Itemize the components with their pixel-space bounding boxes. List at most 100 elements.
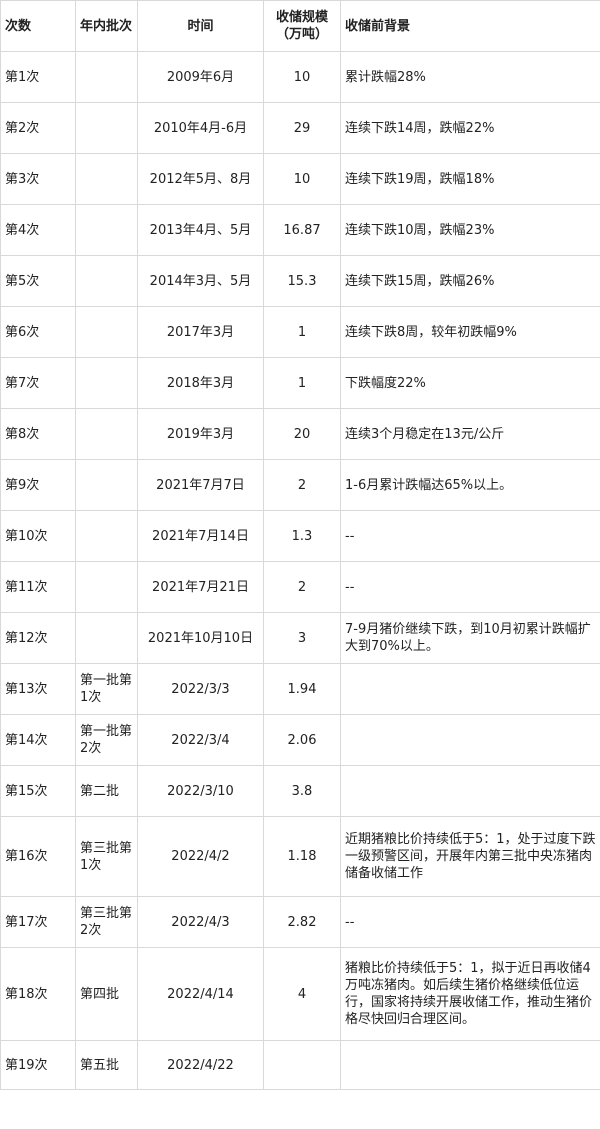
cell-scale <box>263 1040 341 1090</box>
cell-scale: 2 <box>263 561 341 613</box>
cell-background <box>340 663 600 715</box>
cell-count: 第16次 <box>0 816 76 897</box>
cell-batch <box>75 561 138 613</box>
cell-time: 2014年3月、5月 <box>137 255 264 307</box>
cell-batch: 第二批 <box>75 765 138 817</box>
cell-scale: 2.06 <box>263 714 341 766</box>
cell-batch <box>75 306 138 358</box>
table-row: 第12次 2021年10月10日 3 7-9月猪价继续下跌，到10月初累计跌幅扩大到7… <box>0 612 600 664</box>
cell-background <box>340 1040 600 1090</box>
cell-batch: 第三批第2次 <box>75 896 138 948</box>
cell-batch <box>75 153 138 205</box>
cell-background: 连续下跌8周，较年初跌幅9% <box>340 306 600 358</box>
cell-time: 2022/3/10 <box>137 765 264 817</box>
cell-time: 2021年7月14日 <box>137 510 264 562</box>
table-header-row: 次数 年内批次 时间 收储规模（万吨） 收储前背景 <box>0 0 600 52</box>
header-time: 时间 <box>137 0 264 52</box>
cell-count: 第18次 <box>0 947 76 1041</box>
cell-batch: 第四批 <box>75 947 138 1041</box>
cell-scale: 2.82 <box>263 896 341 948</box>
table-body: 第1次 2009年6月 10 累计跌幅28% 第2次 2010年4月-6月 29 连续下跌14… <box>0 51 600 1090</box>
cell-scale: 29 <box>263 102 341 154</box>
cell-batch: 第五批 <box>75 1040 138 1090</box>
table-row: 第8次 2019年3月 20 连续3个月稳定在13元/公斤 <box>0 408 600 460</box>
table-row: 第15次 第二批 2022/3/10 3.8 <box>0 765 600 817</box>
cell-time: 2021年10月10日 <box>137 612 264 664</box>
cell-batch <box>75 102 138 154</box>
cell-time: 2021年7月21日 <box>137 561 264 613</box>
cell-count: 第12次 <box>0 612 76 664</box>
cell-count: 第15次 <box>0 765 76 817</box>
cell-scale: 1 <box>263 357 341 409</box>
cell-time: 2021年7月7日 <box>137 459 264 511</box>
table-row: 第4次 2013年4月、5月 16.87 连续下跌10周，跌幅23% <box>0 204 600 256</box>
table-row: 第11次 2021年7月21日 2 -- <box>0 561 600 613</box>
cell-time: 2022/3/3 <box>137 663 264 715</box>
cell-time: 2022/3/4 <box>137 714 264 766</box>
header-scale: 收储规模（万吨） <box>263 0 341 52</box>
cell-batch: 第三批第1次 <box>75 816 138 897</box>
cell-batch <box>75 357 138 409</box>
cell-batch <box>75 408 138 460</box>
table-row: 第13次 第一批第1次 2022/3/3 1.94 <box>0 663 600 715</box>
cell-background: 下跌幅度22% <box>340 357 600 409</box>
cell-scale: 2 <box>263 459 341 511</box>
table-row: 第17次 第三批第2次 2022/4/3 2.82 -- <box>0 896 600 948</box>
cell-background: 1-6月累计跌幅达65%以上。 <box>340 459 600 511</box>
cell-time: 2019年3月 <box>137 408 264 460</box>
cell-batch <box>75 255 138 307</box>
cell-time: 2010年4月-6月 <box>137 102 264 154</box>
cell-scale: 10 <box>263 51 341 103</box>
cell-background: 连续下跌19周，跌幅18% <box>340 153 600 205</box>
table-row: 第6次 2017年3月 1 连续下跌8周，较年初跌幅9% <box>0 306 600 358</box>
cell-count: 第8次 <box>0 408 76 460</box>
cell-time: 2022/4/22 <box>137 1040 264 1090</box>
cell-count: 第7次 <box>0 357 76 409</box>
table-row: 第3次 2012年5月、8月 10 连续下跌19周，跌幅18% <box>0 153 600 205</box>
table-row: 第2次 2010年4月-6月 29 连续下跌14周，跌幅22% <box>0 102 600 154</box>
cell-time: 2022/4/14 <box>137 947 264 1041</box>
header-background: 收储前背景 <box>340 0 600 52</box>
cell-scale: 1.18 <box>263 816 341 897</box>
cell-background: 7-9月猪价继续下跌，到10月初累计跌幅扩大到70%以上。 <box>340 612 600 664</box>
cell-count: 第13次 <box>0 663 76 715</box>
cell-count: 第11次 <box>0 561 76 613</box>
cell-scale: 20 <box>263 408 341 460</box>
cell-scale: 10 <box>263 153 341 205</box>
cell-count: 第6次 <box>0 306 76 358</box>
table-row: 第7次 2018年3月 1 下跌幅度22% <box>0 357 600 409</box>
pork-reserve-table: 次数 年内批次 时间 收储规模（万吨） 收储前背景 第1次 2009年6月 10 累计… <box>0 0 600 1090</box>
table-row: 第14次 第一批第2次 2022/3/4 2.06 <box>0 714 600 766</box>
cell-time: 2017年3月 <box>137 306 264 358</box>
cell-time: 2022/4/2 <box>137 816 264 897</box>
cell-background: 累计跌幅28% <box>340 51 600 103</box>
table-row: 第19次 第五批 2022/4/22 <box>0 1040 600 1090</box>
cell-time: 2022/4/3 <box>137 896 264 948</box>
cell-background: 连续下跌14周，跌幅22% <box>340 102 600 154</box>
cell-scale: 15.3 <box>263 255 341 307</box>
cell-scale: 1.3 <box>263 510 341 562</box>
cell-background: 连续3个月稳定在13元/公斤 <box>340 408 600 460</box>
cell-background: 猪粮比价持续低于5：1，拟于近日再收储4万吨冻猪肉。如后续生猪价格继续低位运行，… <box>340 947 600 1041</box>
cell-background: 连续下跌10周，跌幅23% <box>340 204 600 256</box>
cell-scale: 3.8 <box>263 765 341 817</box>
table-row: 第18次 第四批 2022/4/14 4 猪粮比价持续低于5：1，拟于近日再收储4万吨冻… <box>0 947 600 1041</box>
cell-count: 第1次 <box>0 51 76 103</box>
cell-batch <box>75 510 138 562</box>
cell-scale: 4 <box>263 947 341 1041</box>
cell-time: 2013年4月、5月 <box>137 204 264 256</box>
cell-time: 2009年6月 <box>137 51 264 103</box>
cell-count: 第2次 <box>0 102 76 154</box>
cell-batch: 第一批第1次 <box>75 663 138 715</box>
cell-count: 第14次 <box>0 714 76 766</box>
table-row: 第10次 2021年7月14日 1.3 -- <box>0 510 600 562</box>
table-row: 第5次 2014年3月、5月 15.3 连续下跌15周，跌幅26% <box>0 255 600 307</box>
table-row: 第16次 第三批第1次 2022/4/2 1.18 近期猪粮比价持续低于5：1，处于过度… <box>0 816 600 897</box>
cell-background: -- <box>340 561 600 613</box>
cell-count: 第3次 <box>0 153 76 205</box>
cell-batch <box>75 51 138 103</box>
header-batch: 年内批次 <box>75 0 138 52</box>
cell-batch <box>75 204 138 256</box>
cell-count: 第5次 <box>0 255 76 307</box>
cell-background: -- <box>340 510 600 562</box>
